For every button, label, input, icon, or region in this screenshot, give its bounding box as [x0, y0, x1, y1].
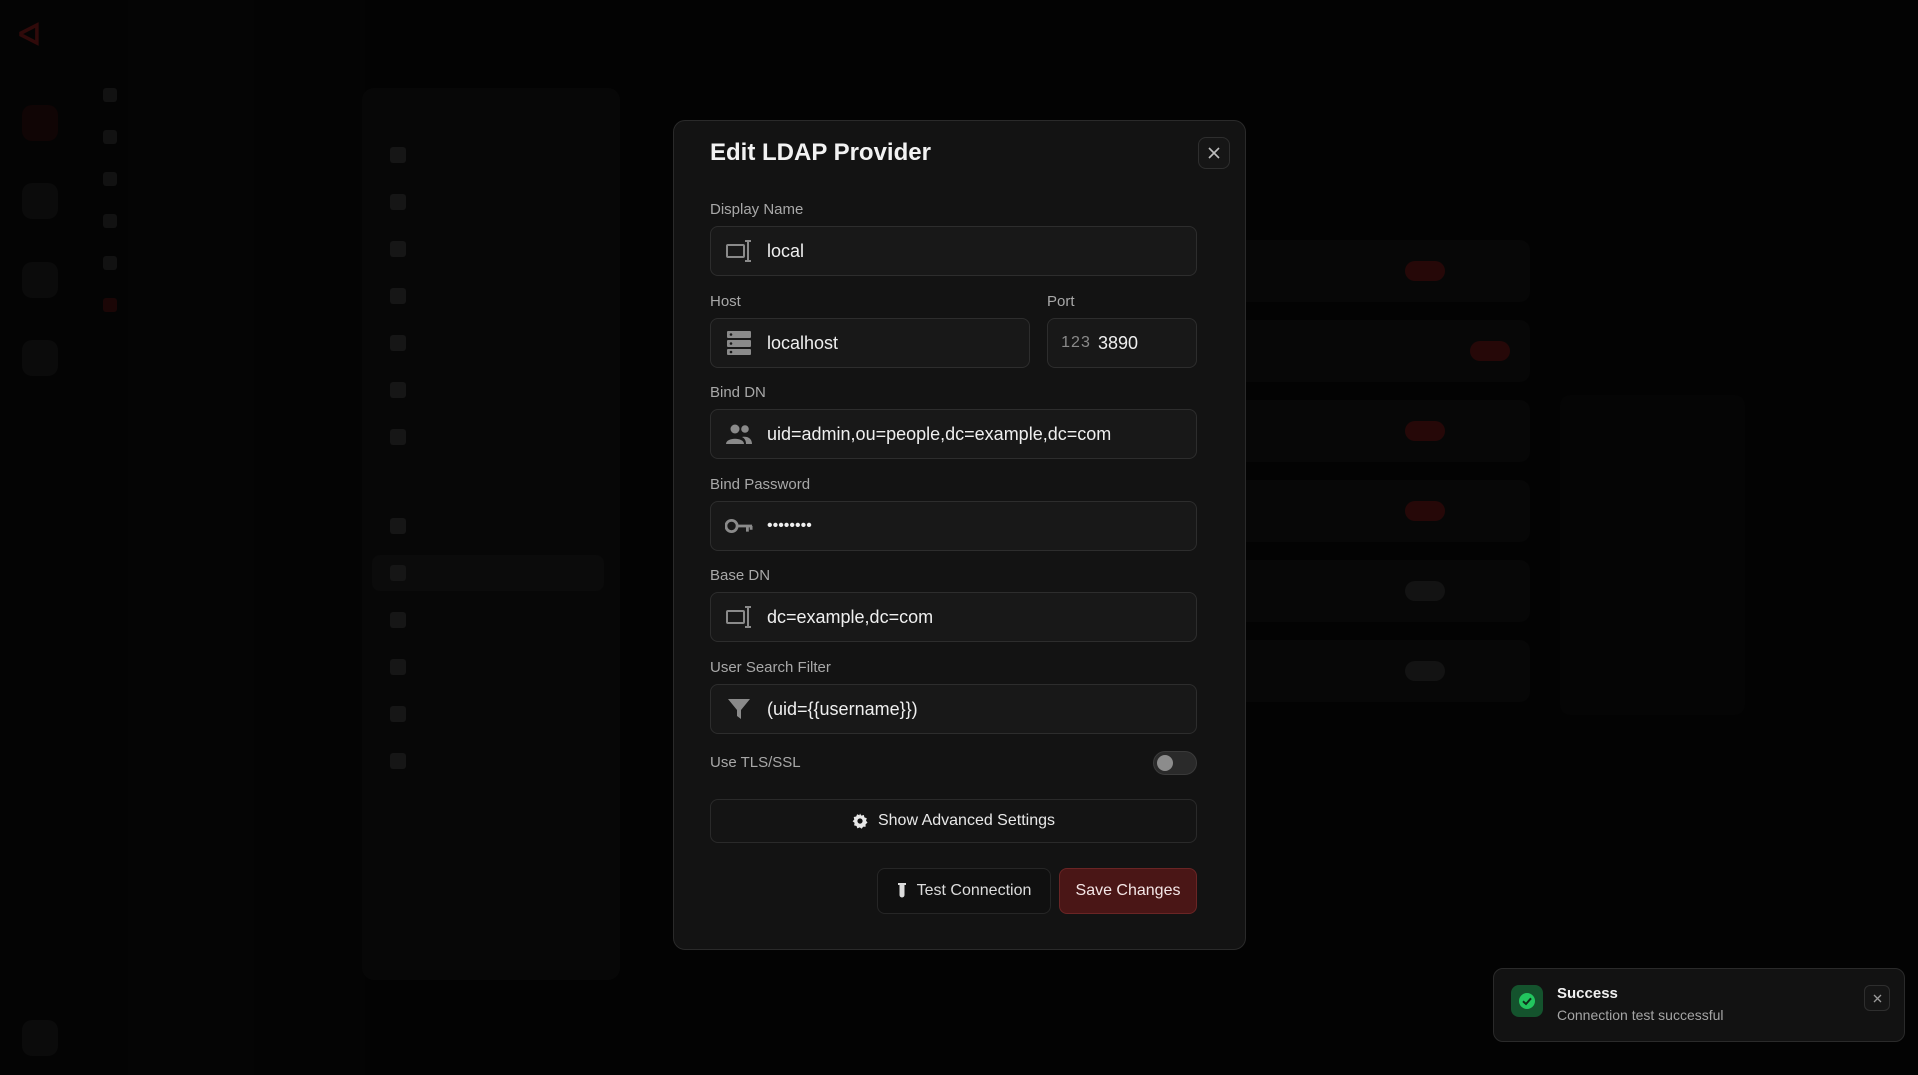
port-input[interactable]: 123 3890 [1047, 318, 1197, 368]
base-dn-label: Base DN [710, 567, 771, 584]
test-tube-icon [897, 883, 906, 898]
test-connection-label: Test Connection [916, 882, 1032, 899]
base-dn-icon [725, 603, 753, 631]
bind-password-input[interactable]: •••••••• [710, 501, 1197, 551]
success-toast: Success Connection test successful [1493, 968, 1905, 1042]
bind-dn-value: uid=admin,ou=people,dc=example,dc=com [767, 423, 1112, 444]
toggle-knob [1157, 755, 1173, 771]
host-value: localhost [767, 332, 839, 353]
edit-ldap-provider-dialog: Edit LDAP Provider Display Name local Ho… [673, 120, 1246, 950]
user-search-filter-label: User Search Filter [710, 659, 831, 676]
users-icon [725, 420, 753, 448]
gear-icon [852, 813, 868, 829]
bind-password-value: •••••••• [767, 517, 812, 534]
check-circle-icon [1511, 985, 1543, 1017]
base-dn-value: dc=example,dc=com [767, 606, 934, 627]
user-search-filter-value: (uid={{username}}) [767, 698, 918, 719]
show-advanced-settings-button[interactable]: Show Advanced Settings [710, 799, 1197, 843]
toast-close-button[interactable] [1864, 985, 1890, 1011]
host-label: Host [710, 293, 741, 310]
user-search-filter-input[interactable]: (uid={{username}}) [710, 684, 1197, 734]
filter-icon [725, 695, 753, 723]
toast-title: Success [1557, 985, 1618, 1002]
bind-dn-label: Bind DN [710, 384, 766, 401]
bind-password-label: Bind Password [710, 476, 811, 493]
display-name-input[interactable]: local [710, 226, 1197, 276]
port-value: 3890 [1098, 332, 1139, 353]
display-name-icon [725, 237, 753, 265]
key-icon [725, 512, 753, 540]
toast-message: Connection test successful [1557, 1007, 1724, 1023]
use-tls-label: Use TLS/SSL [710, 754, 801, 771]
numeric-123-icon: 123 [1061, 334, 1091, 351]
save-changes-button[interactable]: Save Changes [1059, 868, 1197, 914]
host-input[interactable]: localhost [710, 318, 1030, 368]
close-button[interactable] [1198, 137, 1230, 169]
base-dn-input[interactable]: dc=example,dc=com [710, 592, 1197, 642]
display-name-value: local [767, 240, 805, 261]
close-icon [1208, 147, 1220, 159]
bind-dn-input[interactable]: uid=admin,ou=people,dc=example,dc=com [710, 409, 1197, 459]
close-icon [1873, 994, 1881, 1002]
use-tls-toggle[interactable] [1153, 751, 1197, 775]
display-name-label: Display Name [710, 201, 804, 218]
dialog-title: Edit LDAP Provider [710, 139, 931, 166]
show-advanced-settings-label: Show Advanced Settings [877, 812, 1055, 829]
port-label: Port [1047, 293, 1075, 310]
server-icon [725, 329, 753, 357]
test-connection-button[interactable]: Test Connection [877, 868, 1051, 914]
